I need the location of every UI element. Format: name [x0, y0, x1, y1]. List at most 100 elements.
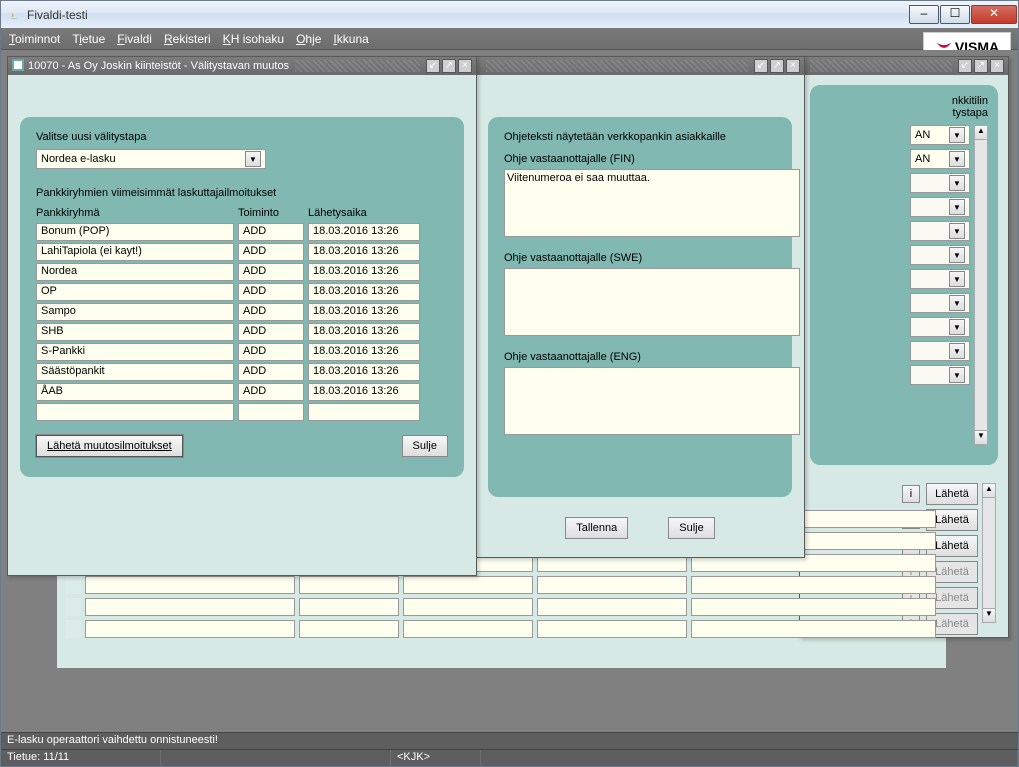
side-scrollbar[interactable]: ▲▼	[974, 125, 988, 445]
os-close-button[interactable]: ✕	[971, 5, 1017, 24]
pankkiryhma-sub-label: Pankkiryhmien viimeisimmät laskuttajailm…	[36, 187, 448, 199]
table-row[interactable]: S-PankkiADD18.03.2016 13:26	[36, 343, 448, 361]
ohje-min-button[interactable]: ↙	[754, 59, 768, 73]
ohje-sulje-button[interactable]: Sulje	[668, 517, 714, 539]
menu-kh-isohaku[interactable]: KH isohaku	[223, 32, 284, 46]
table-row[interactable]: OPADD18.03.2016 13:26	[36, 283, 448, 301]
cell-lahetysaika: 18.03.2016 13:26	[308, 263, 420, 281]
status-message: E-lasku operaattori vaihdettu onnistunee…	[1, 732, 1018, 749]
cell-pankkiryhma: Säästöpankit	[36, 363, 234, 381]
ohje-max-button[interactable]: ↗	[770, 59, 784, 73]
dialog-max-button[interactable]: ↗	[442, 59, 456, 73]
side-combo-3[interactable]: ▼	[910, 173, 970, 193]
laheta-button[interactable]: Lähetä	[926, 483, 978, 505]
cell-lahetysaika: 18.03.2016 13:26	[308, 343, 420, 361]
os-maximize-button[interactable]: ☐	[940, 5, 970, 24]
side-close-button[interactable]: ×	[990, 59, 1004, 73]
col-pankkiryhma: Pankkiryhmä	[36, 207, 234, 219]
side-combo-11[interactable]: ▼	[910, 365, 970, 385]
side-combo-2[interactable]: AN▼	[910, 149, 970, 169]
col-toiminto: Toiminto	[238, 207, 304, 219]
side-combo-5[interactable]: ▼	[910, 221, 970, 241]
dialog-title: 10070 - As Oy Joskin kiinteistöt - Välit…	[28, 60, 289, 72]
ohje-eng-textarea[interactable]	[504, 367, 800, 435]
col-lahetysaika: Lähetysaika	[308, 207, 420, 219]
ohje-eng-label: Ohje vastaanottajalle (ENG)	[504, 351, 776, 363]
cell-lahetysaika	[308, 403, 420, 421]
ohje-window-titlebar[interactable]: ↙ ↗ ×	[476, 57, 804, 75]
cell-lahetysaika: 18.03.2016 13:26	[308, 383, 420, 401]
laheta-muutos-button[interactable]: Lähetä muutosilmoitukset	[36, 435, 183, 457]
valitse-value: Nordea e-lasku	[41, 153, 116, 165]
ohje-fin-textarea[interactable]	[504, 169, 800, 237]
table-row[interactable]: LahiTapiola (ei kayt!)ADD18.03.2016 13:2…	[36, 243, 448, 261]
side-combo-9[interactable]: ▼	[910, 317, 970, 337]
table-row[interactable]: Bonum (POP)ADD18.03.2016 13:26	[36, 223, 448, 241]
table-row[interactable]: ÅABADD18.03.2016 13:26	[36, 383, 448, 401]
side-combo-10[interactable]: ▼	[910, 341, 970, 361]
java-icon	[7, 6, 21, 23]
cell-toiminto: ADD	[238, 363, 304, 381]
table-row[interactable]: SHBADD18.03.2016 13:26	[36, 323, 448, 341]
dialog-close-button[interactable]: ×	[458, 59, 472, 73]
cell-toiminto: ADD	[238, 323, 304, 341]
cell-toiminto	[238, 403, 304, 421]
menu-tietue[interactable]: Tietue	[72, 32, 105, 46]
menu-fivaldi[interactable]: Fivaldi	[117, 32, 152, 46]
cell-lahetysaika: 18.03.2016 13:26	[308, 223, 420, 241]
ohje-window: ↙ ↗ × Ohjeteksti näytetään verkkopankin …	[475, 56, 805, 558]
cell-pankkiryhma: Nordea	[36, 263, 234, 281]
cell-toiminto: ADD	[238, 283, 304, 301]
side-min-button[interactable]: ↙	[958, 59, 972, 73]
table-row[interactable]: SampoADD18.03.2016 13:26	[36, 303, 448, 321]
info-button[interactable]: i	[902, 485, 920, 503]
cell-pankkiryhma	[36, 403, 234, 421]
menubar: Toiminnot Tietue Fivaldi Rekisteri KH is…	[1, 28, 1018, 50]
cell-toiminto: ADD	[238, 243, 304, 261]
tallenna-button[interactable]: Tallenna	[565, 517, 628, 539]
cell-pankkiryhma: SHB	[36, 323, 234, 341]
valitse-combo[interactable]: Nordea e-lasku ▼	[36, 149, 266, 169]
os-minimize-button[interactable]: –	[909, 5, 939, 24]
cell-lahetysaika: 18.03.2016 13:26	[308, 363, 420, 381]
cell-lahetysaika: 18.03.2016 13:26	[308, 243, 420, 261]
side-max-button[interactable]: ↗	[974, 59, 988, 73]
cell-toiminto: ADD	[238, 303, 304, 321]
status-record: Tietue: 11/11	[1, 750, 161, 766]
table-row[interactable]: SäästöpankitADD18.03.2016 13:26	[36, 363, 448, 381]
table-row[interactable]: NordeaADD18.03.2016 13:26	[36, 263, 448, 281]
cell-pankkiryhma: S-Pankki	[36, 343, 234, 361]
cell-pankkiryhma: ÅAB	[36, 383, 234, 401]
ohje-swe-textarea[interactable]	[504, 268, 800, 336]
side-label-1: nkkitilin	[810, 95, 988, 107]
table-row[interactable]	[36, 403, 448, 421]
dialog-min-button[interactable]: ↙	[426, 59, 440, 73]
cell-lahetysaika: 18.03.2016 13:26	[308, 323, 420, 341]
menu-ikkuna[interactable]: Ikkuna	[333, 32, 368, 46]
os-window-title: Fivaldi-testi	[27, 8, 88, 22]
menu-ohje[interactable]: Ohje	[296, 32, 321, 46]
side-combo-6[interactable]: ▼	[910, 245, 970, 265]
ohje-close-button[interactable]: ×	[786, 59, 800, 73]
app-small-icon	[12, 59, 24, 74]
bank-grid: Pankkiryhmä Toiminto Lähetysaika Bonum (…	[36, 207, 448, 421]
cell-toiminto: ADD	[238, 223, 304, 241]
side-combo-7[interactable]: ▼	[910, 269, 970, 289]
cell-pankkiryhma: OP	[36, 283, 234, 301]
dialog-sulje-button[interactable]: Sulje	[402, 435, 448, 457]
side-window-titlebar[interactable]: ↙ ↗ ×	[800, 57, 1008, 75]
cell-pankkiryhma: Bonum (POP)	[36, 223, 234, 241]
cell-toiminto: ADD	[238, 383, 304, 401]
statusbar: E-lasku operaattori vaihdettu onnistunee…	[1, 732, 1018, 766]
dialog-titlebar[interactable]: 10070 - As Oy Joskin kiinteistöt - Välit…	[8, 57, 476, 75]
side-combo-8[interactable]: ▼	[910, 293, 970, 313]
menu-toiminnot[interactable]: Toiminnot	[9, 32, 60, 46]
ohje-swe-label: Ohje vastaanottajalle (SWE)	[504, 252, 776, 264]
ohje-fin-label: Ohje vastaanottajalle (FIN)	[504, 153, 776, 165]
laheta-scrollbar[interactable]: ▲▼	[982, 483, 996, 623]
side-combo-1[interactable]: AN▼	[910, 125, 970, 145]
ohje-header: Ohjeteksti näytetään verkkopankin asiakk…	[504, 131, 776, 143]
dialog-window: 10070 - As Oy Joskin kiinteistöt - Välit…	[7, 56, 477, 576]
side-combo-4[interactable]: ▼	[910, 197, 970, 217]
menu-rekisteri[interactable]: Rekisteri	[164, 32, 211, 46]
